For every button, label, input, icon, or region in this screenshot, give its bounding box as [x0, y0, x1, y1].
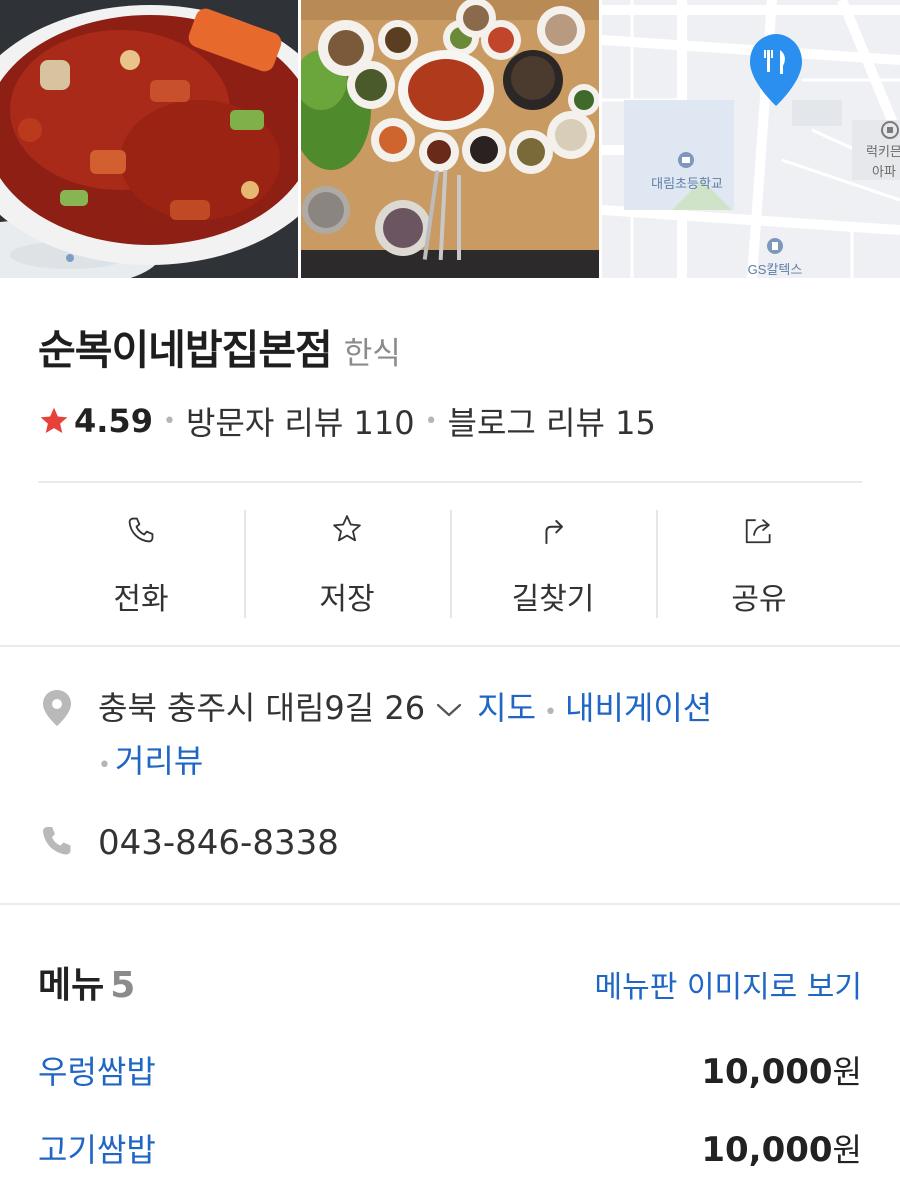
share-button-label: 공유: [731, 582, 787, 617]
map-label-apartment-2: 아파: [872, 164, 896, 179]
phone-number[interactable]: 043-846-8338: [98, 820, 339, 866]
rating-row: 4.59 • 방문자 리뷰 110 • 블로그 리뷰 15: [38, 398, 656, 444]
save-button-label: 저장: [319, 582, 375, 617]
photo-strip[interactable]: 대림초등학교 럭키믄 아파 GS칼텍스: [0, 0, 900, 278]
directions-button-label: 길찾기: [511, 582, 595, 617]
food-photo-1-image: [0, 0, 298, 278]
menu-item[interactable]: 우렁쌈밥 10,000원: [38, 1047, 862, 1093]
divider: [38, 481, 862, 483]
address-text: 충북 충주시 대림9길 26: [98, 689, 426, 727]
food-photo-2[interactable]: [301, 0, 599, 278]
phone-small-icon: [43, 827, 71, 855]
menu-item-name[interactable]: 우렁쌈밥: [38, 1047, 156, 1093]
menu-title-text: 메뉴: [38, 965, 105, 1006]
map-label-school: 대림초등학교: [651, 176, 723, 191]
menu-item[interactable]: 고기쌈밥 10,000원: [38, 1125, 862, 1171]
separator-dot: •: [162, 408, 176, 434]
address-block: 충북 충주시 대림9길 26 지도 • 내비게이션 • 거리뷰: [98, 684, 888, 790]
menu-item-price: 10,000원: [701, 1130, 862, 1170]
chevron-down-icon[interactable]: [435, 700, 463, 720]
call-button-label: 전화: [113, 582, 169, 617]
place-category: 한식: [343, 336, 401, 372]
food-photo-2-image: [301, 0, 599, 278]
section-divider: [0, 903, 900, 905]
street-view-link[interactable]: 거리뷰: [115, 742, 203, 780]
navigation-link[interactable]: 내비게이션: [565, 689, 712, 727]
share-icon: [745, 519, 771, 544]
place-title: 순복이네밥집본점 한식: [38, 316, 401, 376]
share-button[interactable]: 공유: [656, 510, 862, 618]
separator-dot: •: [424, 408, 438, 434]
section-divider: [0, 645, 900, 647]
save-button[interactable]: 저장: [244, 510, 450, 618]
visitor-reviews-link[interactable]: 방문자 리뷰 110: [186, 398, 415, 444]
action-bar: 전화 저장 길찾기 공유: [38, 510, 862, 618]
menu-header: 메뉴 5 메뉴판 이미지로 보기: [38, 956, 862, 1008]
directions-arrow-icon: [545, 520, 563, 545]
menu-item-name[interactable]: 고기쌈밥: [38, 1125, 156, 1171]
place-name: 순복이네밥집본점: [38, 326, 333, 374]
menu-title: 메뉴 5: [38, 956, 135, 1008]
star-outline-icon: [333, 515, 361, 542]
rating-value: 4.59: [74, 402, 153, 440]
menu-image-link[interactable]: 메뉴판 이미지로 보기: [595, 962, 862, 1006]
phone-icon: [128, 517, 154, 543]
map-link[interactable]: 지도: [477, 689, 536, 727]
rating-star-icon: [40, 407, 68, 433]
location-pin-icon: [43, 690, 71, 726]
separator-dot: •: [98, 753, 111, 778]
separator-dot: •: [544, 700, 557, 725]
map-thumbnail[interactable]: 대림초등학교 럭키믄 아파 GS칼텍스: [602, 0, 900, 278]
food-photo-1[interactable]: [0, 0, 298, 278]
directions-button[interactable]: 길찾기: [450, 510, 656, 618]
map-label-apartment-1: 럭키믄: [866, 144, 900, 159]
call-button[interactable]: 전화: [38, 510, 244, 618]
menu-item-price: 10,000원: [701, 1052, 862, 1092]
menu-count: 5: [110, 965, 136, 1006]
map-label-gas-station: GS칼텍스: [748, 262, 803, 277]
blog-reviews-link[interactable]: 블로그 리뷰 15: [448, 398, 656, 444]
map-thumbnail-image: 대림초등학교 럭키믄 아파 GS칼텍스: [602, 0, 900, 278]
